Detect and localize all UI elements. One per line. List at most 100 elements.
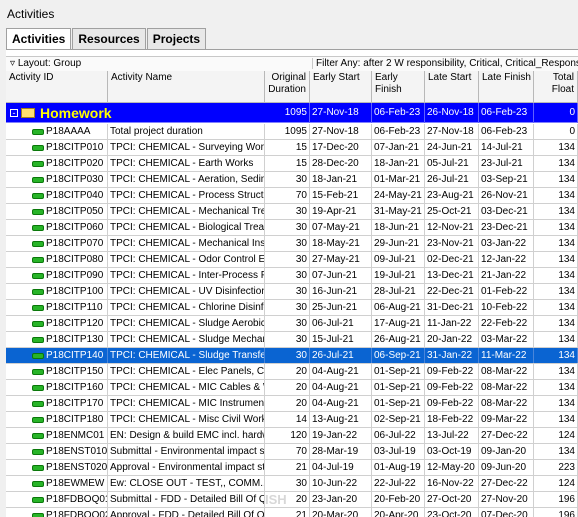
table-row[interactable]: P18CITP120 TPCI: CHEMICAL - Sludge Aerobi… bbox=[6, 316, 578, 332]
original-duration-cell: 15 bbox=[265, 156, 310, 171]
wbs-row-homework[interactable]: - Homework 1095 27-Nov-18 06-Feb-23 26-N… bbox=[6, 103, 578, 123]
original-duration-cell: 14 bbox=[265, 412, 310, 427]
column-header-original-duration[interactable]: Original Duration bbox=[265, 71, 310, 103]
early-start-cell: 28-Dec-20 bbox=[310, 156, 372, 171]
total-float-cell: 134 bbox=[534, 364, 578, 379]
activity-id-cell: P18CITP060 bbox=[44, 220, 108, 235]
table-row[interactable]: P18CITP010 TPCI: CHEMICAL - Surveying Wor… bbox=[6, 140, 578, 156]
table-row[interactable]: P18AAAA Total project duration 1095 27-Nov-… bbox=[6, 124, 578, 140]
activity-bar-icon bbox=[32, 129, 44, 135]
column-header-label: Total bbox=[552, 72, 574, 83]
late-start-cell: 05-Jul-21 bbox=[425, 156, 479, 171]
early-start-cell: 06-Jul-21 bbox=[310, 316, 372, 331]
total-float-cell: 134 bbox=[534, 140, 578, 155]
column-header-label: Duration bbox=[268, 84, 306, 95]
original-duration-cell: 30 bbox=[265, 284, 310, 299]
activity-id-cell: P18CITP150 bbox=[44, 364, 108, 379]
column-header-early-start[interactable]: Early Start bbox=[310, 71, 372, 103]
activity-id-cell: P18CITP020 bbox=[44, 156, 108, 171]
table-row[interactable]: P18CITP020 TPCI: CHEMICAL - Earth Works 15… bbox=[6, 156, 578, 172]
late-finish-cell: 08-Mar-22 bbox=[479, 396, 534, 411]
total-float-cell: 124 bbox=[534, 428, 578, 443]
column-header-label: Early Start bbox=[313, 72, 360, 83]
late-start-cell: 18-Feb-22 bbox=[425, 412, 479, 427]
activity-bar-icon bbox=[32, 385, 44, 391]
total-float-cell: 134 bbox=[534, 220, 578, 235]
activity-bar-icon bbox=[32, 513, 44, 517]
total-float-cell: 124 bbox=[534, 476, 578, 491]
window-title-bar: Activities bbox=[0, 0, 578, 28]
activity-bar-icon bbox=[32, 225, 44, 231]
late-start-cell: 12-May-20 bbox=[425, 460, 479, 475]
wbs-name: Homework bbox=[40, 105, 112, 121]
early-finish-cell: 31-May-21 bbox=[372, 204, 425, 219]
table-row[interactable]: P18CITP070 TPCI: CHEMICAL - Mechanical In… bbox=[6, 236, 578, 252]
layout-selector[interactable]: ▿ Layout: Group bbox=[10, 58, 310, 69]
late-finish-cell: 03-Mar-22 bbox=[479, 332, 534, 347]
table-row[interactable]: P18CITP080 TPCI: CHEMICAL - Odor Control … bbox=[6, 252, 578, 268]
table-row[interactable]: P18ENST020 Approval - Environmental impac… bbox=[6, 460, 578, 476]
late-start-cell: 09-Feb-22 bbox=[425, 364, 479, 379]
filter-label[interactable]: Filter Any: after 2 W responsibility, Cr… bbox=[312, 58, 578, 69]
table-row[interactable]: P18CITP090 TPCI: CHEMICAL - Inter-Process… bbox=[6, 268, 578, 284]
wbs-early-finish: 06-Feb-23 bbox=[372, 103, 425, 123]
activity-name-cell: TPCI: CHEMICAL - Elec Panels, Ca bbox=[110, 364, 265, 379]
activity-name-cell: TPCI: CHEMICAL - MIC Instrumenta bbox=[110, 396, 265, 411]
table-row[interactable]: P18CITP030 TPCI: CHEMICAL - Aeration, Sed… bbox=[6, 172, 578, 188]
late-start-cell: 09-Feb-22 bbox=[425, 396, 479, 411]
column-header-activity-id[interactable]: Activity ID bbox=[6, 71, 108, 103]
activity-name-cell: EN: Design & build EMC incl. hardw bbox=[110, 428, 265, 443]
table-row[interactable]: P18CITP140 TPCI: CHEMICAL - Sludge Transf… bbox=[6, 348, 578, 364]
activity-name-cell: TPCI: CHEMICAL - Biological Treatr bbox=[110, 220, 265, 235]
column-header-activity-name[interactable]: Activity Name bbox=[108, 71, 265, 103]
activity-name-cell: TPCI: CHEMICAL - Mechanical Inst bbox=[110, 236, 265, 251]
table-row[interactable]: P18CITP130 TPCI: CHEMICAL - Sludge Mechan… bbox=[6, 332, 578, 348]
late-finish-cell: 08-Mar-22 bbox=[479, 380, 534, 395]
table-row[interactable]: P18CITP150 TPCI: CHEMICAL - Elec Panels, … bbox=[6, 364, 578, 380]
late-start-cell: 03-Oct-19 bbox=[425, 444, 479, 459]
table-row[interactable]: P18ENMC01 EN: Design & build EMC incl. ha… bbox=[6, 428, 578, 444]
activity-name-cell: TPCI: CHEMICAL - Earth Works bbox=[108, 156, 265, 171]
table-row[interactable]: P18CITP170 TPCI: CHEMICAL - MIC Instrumen… bbox=[6, 396, 578, 412]
table-row[interactable]: P18CITP100 TPCI: CHEMICAL - UV Disinfecti… bbox=[6, 284, 578, 300]
activity-bar-icon bbox=[32, 481, 44, 487]
table-row[interactable]: P18CITP050 TPCI: CHEMICAL - Mechanical Tr… bbox=[6, 204, 578, 220]
activity-name-cell: TPCI: CHEMICAL - MIC Cables & W bbox=[110, 380, 265, 395]
total-float-cell: 134 bbox=[534, 236, 578, 251]
late-finish-cell: 11-Mar-22 bbox=[479, 348, 534, 363]
column-header-total-float[interactable]: Total Float bbox=[534, 71, 578, 103]
tab-activities[interactable]: Activities bbox=[6, 28, 72, 50]
table-row[interactable]: P18CITP180 TPCI: CHEMICAL - Misc Civil Wo… bbox=[6, 412, 578, 428]
total-float-cell: 134 bbox=[534, 396, 578, 411]
column-header-label: Early bbox=[375, 72, 398, 83]
tab-projects[interactable]: Projects bbox=[146, 28, 207, 49]
dropdown-icon: ▿ bbox=[10, 58, 18, 69]
table-row[interactable]: P18CITP110 TPCI: CHEMICAL - Chlorine Disi… bbox=[6, 300, 578, 316]
table-row[interactable]: P18EWMEW Ew: CLOSE OUT - TEST,, COMM.. 30 1… bbox=[6, 476, 578, 492]
total-float-cell: 134 bbox=[534, 348, 578, 363]
activity-bar-icon bbox=[32, 257, 44, 263]
table-row[interactable]: P18CITP160 TPCI: CHEMICAL - MIC Cables & … bbox=[6, 380, 578, 396]
activity-bar-icon bbox=[32, 273, 44, 279]
late-finish-cell: 23-Jul-21 bbox=[479, 156, 534, 171]
column-header-late-finish[interactable]: Late Finish bbox=[479, 71, 534, 103]
table-row[interactable]: P18ENST010 Submittal - Environmental impa… bbox=[6, 444, 578, 460]
total-float-cell: 223 bbox=[534, 460, 578, 475]
late-finish-cell: 26-Nov-21 bbox=[479, 188, 534, 203]
early-start-cell: 04-Aug-21 bbox=[310, 364, 372, 379]
late-finish-cell: 09-Jan-20 bbox=[479, 444, 534, 459]
column-header-late-start[interactable]: Late Start bbox=[425, 71, 479, 103]
activity-bar-icon bbox=[32, 161, 44, 167]
original-duration-cell: 15 bbox=[265, 140, 310, 155]
column-header-early-finish[interactable]: Early Finish bbox=[372, 71, 425, 103]
tab-resources[interactable]: Resources bbox=[72, 28, 146, 49]
late-start-cell: 20-Jan-22 bbox=[425, 332, 479, 347]
activity-bar-icon bbox=[32, 417, 44, 423]
late-finish-cell: 21-Jan-22 bbox=[479, 268, 534, 283]
table-row[interactable]: P18CITP040 TPCI: CHEMICAL - Process Struc… bbox=[6, 188, 578, 204]
early-finish-cell: 06-Feb-23 bbox=[372, 124, 425, 139]
early-finish-cell: 01-Sep-21 bbox=[372, 380, 425, 395]
early-start-cell: 13-Aug-21 bbox=[310, 412, 372, 427]
table-row[interactable]: P18CITP060 TPCI: CHEMICAL - Biological Tr… bbox=[6, 220, 578, 236]
collapse-icon[interactable]: - bbox=[10, 109, 18, 118]
